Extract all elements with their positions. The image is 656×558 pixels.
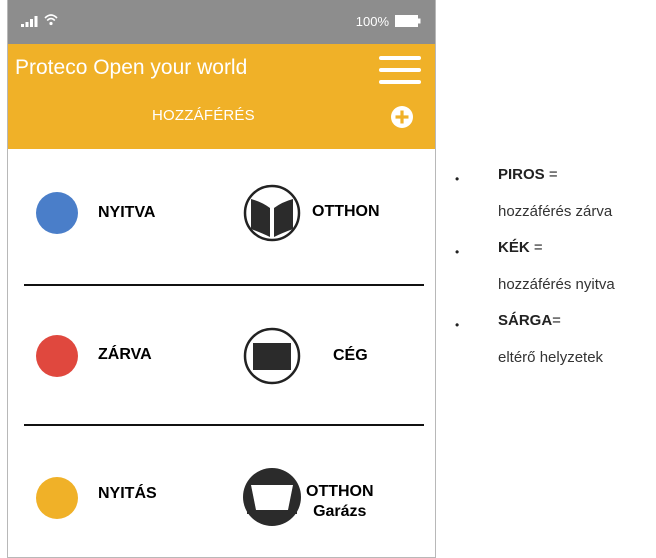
bullet-icon: • bbox=[455, 245, 460, 259]
place-sublabel: Garázs bbox=[313, 503, 367, 520]
access-row[interactable]: NYITÁS OTTHON Garázs bbox=[8, 426, 435, 557]
legend-key: SÁRGA= bbox=[498, 312, 561, 329]
access-row[interactable]: NYITVA OTTHON bbox=[8, 160, 435, 285]
bullet-icon: • bbox=[455, 318, 460, 332]
status-dot-yellow bbox=[36, 477, 78, 519]
status-label: NYITÁS bbox=[98, 485, 157, 502]
status-label: ZÁRVA bbox=[98, 346, 152, 363]
add-circle-icon[interactable] bbox=[391, 106, 413, 128]
company-door-icon bbox=[243, 327, 301, 385]
status-dot-red bbox=[36, 335, 78, 377]
wifi-icon bbox=[44, 14, 58, 26]
battery-percentage: 100% bbox=[355, 14, 389, 29]
place-label-group: OTTHON Garázs bbox=[306, 482, 374, 522]
legend-desc: eltérő helyzetek bbox=[498, 349, 604, 366]
bullet-icon: • bbox=[455, 172, 460, 186]
legend-desc: hozzáférés nyitva bbox=[498, 276, 615, 293]
app-title: Proteco Open your world bbox=[15, 56, 248, 79]
hamburger-menu-icon[interactable] bbox=[379, 54, 421, 86]
place-label: OTTHON bbox=[306, 483, 374, 500]
status-dot-blue bbox=[36, 192, 78, 234]
home-door-icon bbox=[243, 184, 301, 242]
legend-desc: hozzáférés zárva bbox=[498, 203, 613, 220]
garage-door-icon bbox=[243, 468, 301, 526]
phone-screen: 100% Proteco Open your world HOZZÁFÉRÉS … bbox=[7, 0, 436, 558]
place-label: OTTHON bbox=[312, 203, 380, 220]
place-label: CÉG bbox=[333, 347, 368, 364]
signal-icon bbox=[21, 16, 38, 27]
status-label: NYITVA bbox=[98, 204, 156, 221]
battery-icon bbox=[395, 15, 421, 27]
status-bar: 100% bbox=[8, 0, 435, 44]
app-bar: Proteco Open your world HOZZÁFÉRÉS bbox=[8, 44, 435, 149]
legend-key: PIROS = bbox=[498, 166, 558, 183]
section-title: HOZZÁFÉRÉS bbox=[152, 107, 255, 124]
access-row[interactable]: ZÁRVA CÉG bbox=[8, 286, 435, 424]
legend-key: KÉK = bbox=[498, 239, 543, 256]
